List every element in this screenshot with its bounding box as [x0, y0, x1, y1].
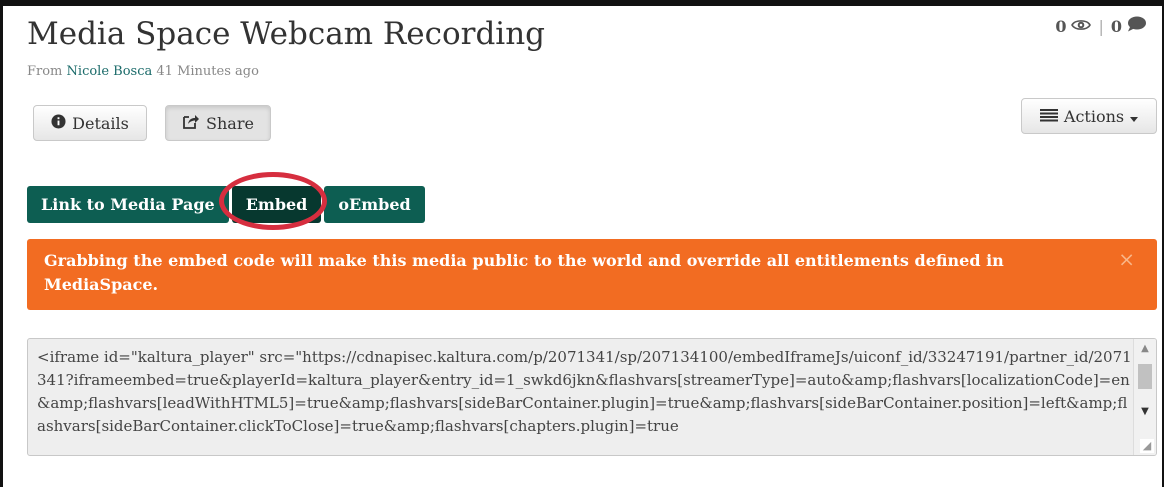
media-stats: 0 | 0	[1055, 16, 1147, 36]
author-link[interactable]: Nicole Bosca	[67, 64, 153, 79]
from-label: From	[27, 64, 63, 79]
info-circle-icon	[51, 113, 66, 133]
scroll-up-arrow-icon[interactable]: ▲	[1134, 343, 1156, 354]
eye-icon	[1071, 17, 1092, 36]
alert-text-before: Grabbing the embed code will make this m…	[44, 251, 467, 270]
tab-embed[interactable]: Embed	[231, 186, 322, 223]
page-title: Media Space Webcam Recording	[27, 16, 546, 52]
public-warning-alert: Grabbing the embed code will make this m…	[27, 239, 1157, 310]
list-icon	[1039, 107, 1058, 126]
embed-code-textarea[interactable]: <iframe id="kaltura_player" src="https:/…	[27, 338, 1157, 456]
tab-oembed[interactable]: oEmbed	[324, 186, 425, 223]
time-ago: 41 Minutes ago	[156, 64, 259, 79]
close-icon[interactable]: ×	[1118, 247, 1135, 271]
details-label: Details	[72, 113, 129, 133]
caret-down-icon	[1130, 107, 1139, 126]
actions-label: Actions	[1063, 106, 1125, 126]
speech-bubble-icon	[1127, 16, 1147, 36]
comments-count: 0	[1110, 16, 1122, 36]
byline: From Nicole Bosca 41 Minutes ago	[27, 64, 259, 79]
resize-grip-icon[interactable]: ◢	[1140, 439, 1154, 453]
alert-emphasis: public to the world	[472, 251, 643, 270]
share-button[interactable]: Share	[165, 105, 271, 141]
tab-link-to-media-page[interactable]: Link to Media Page	[27, 186, 229, 223]
share-icon	[182, 113, 200, 133]
details-button[interactable]: Details	[33, 105, 147, 141]
actions-dropdown[interactable]: Actions	[1021, 98, 1157, 134]
scroll-thumb[interactable]	[1138, 364, 1152, 389]
embed-code-text[interactable]: <iframe id="kaltura_player" src="https:/…	[37, 346, 1132, 438]
scroll-down-arrow-icon[interactable]: ▼	[1134, 406, 1156, 417]
views-count: 0	[1055, 16, 1067, 36]
share-tabs: Link to Media Page Embed oEmbed	[27, 186, 425, 223]
share-label: Share	[206, 113, 254, 133]
stats-separator: |	[1098, 16, 1104, 36]
textarea-scrollbar[interactable]: ▲ ▼	[1133, 339, 1156, 455]
